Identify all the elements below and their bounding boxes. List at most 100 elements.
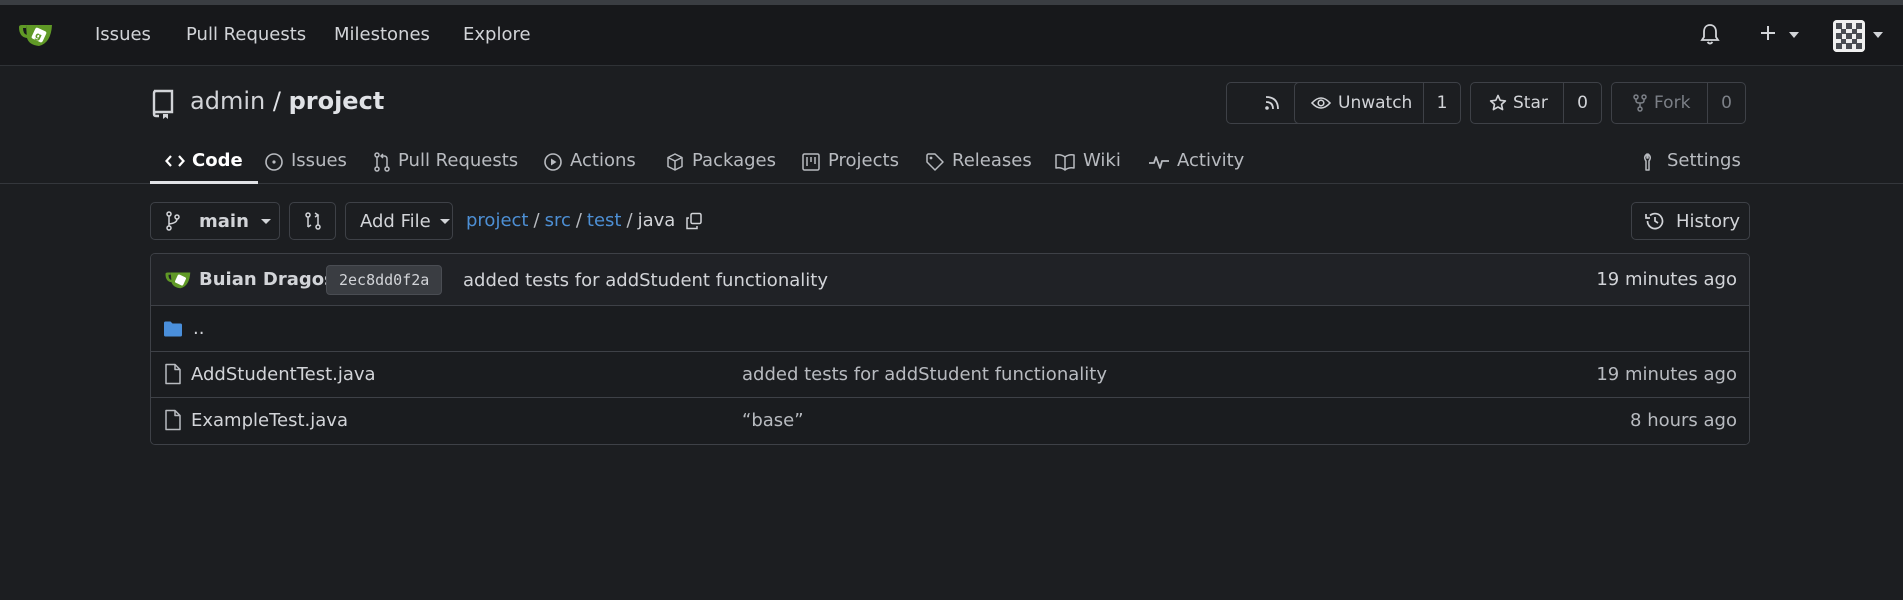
tag-icon xyxy=(925,150,952,172)
watchers-count-link[interactable]: 1 xyxy=(1424,83,1460,123)
breadcrumb: project / src / test / java xyxy=(466,210,703,231)
nav-issues-link[interactable]: Issues xyxy=(95,24,151,45)
file-name-link[interactable]: ExampleTest.java xyxy=(191,410,348,431)
tab-releases[interactable]: Releases xyxy=(925,142,1032,184)
tab-code-label: Code xyxy=(192,150,243,171)
commit-time: 19 minutes ago xyxy=(1596,269,1737,290)
branch-selector-button[interactable]: main xyxy=(150,202,280,240)
tab-activity[interactable]: Activity xyxy=(1148,142,1244,184)
tab-projects-label: Projects xyxy=(828,150,899,171)
nav-pull-requests-link[interactable]: Pull Requests xyxy=(186,24,306,45)
breadcrumb-current: java xyxy=(637,210,676,231)
pull-request-icon xyxy=(373,150,398,172)
repo-icon xyxy=(150,88,176,120)
breadcrumb-link-project[interactable]: project xyxy=(466,210,528,231)
tab-releases-label: Releases xyxy=(952,150,1032,171)
file-commit-message-link[interactable]: “base” xyxy=(742,410,804,431)
add-file-label: Add File xyxy=(360,210,431,232)
rss-icon xyxy=(1263,94,1281,112)
breadcrumb-separator: / xyxy=(575,210,582,231)
unwatch-label: Unwatch xyxy=(1338,93,1413,113)
tab-settings[interactable]: Settings xyxy=(1640,142,1741,184)
chevron-down-icon xyxy=(439,218,450,224)
project-icon xyxy=(801,150,828,172)
tab-actions[interactable]: Actions xyxy=(543,142,636,184)
avatar[interactable] xyxy=(1833,20,1865,52)
file-commit-time: 8 hours ago xyxy=(1630,410,1737,431)
plus-icon[interactable] xyxy=(1758,22,1778,44)
parent-directory-link[interactable]: .. xyxy=(193,318,204,339)
tab-code[interactable]: Code xyxy=(150,142,258,184)
chevron-down-icon xyxy=(260,218,271,224)
history-icon xyxy=(1644,210,1666,232)
file-name-link[interactable]: AddStudentTest.java xyxy=(191,364,376,385)
branch-name: main xyxy=(199,210,249,232)
tab-settings-label: Settings xyxy=(1667,150,1741,171)
pulse-icon xyxy=(1148,150,1177,172)
eye-icon xyxy=(1311,95,1331,111)
folder-icon xyxy=(163,320,183,338)
table-row: ExampleTest.java “base” 8 hours ago xyxy=(151,398,1749,444)
repo-header: admin / project Unwatch 1 Star 0 Fork 0 … xyxy=(0,66,1903,184)
tab-actions-label: Actions xyxy=(570,150,636,171)
commit-sha-button[interactable]: 2ec8dd0f2a xyxy=(326,265,443,295)
breadcrumb-link-src[interactable]: src xyxy=(545,210,571,231)
tab-pull-requests[interactable]: Pull Requests xyxy=(373,142,518,184)
tab-issues-label: Issues xyxy=(291,150,347,171)
repo-title: admin / project xyxy=(190,87,384,115)
user-menu-chevron-down-icon[interactable] xyxy=(1873,32,1883,38)
latest-commit-row: Buian Dragos 2ec8dd0f2a added tests for … xyxy=(151,254,1749,306)
nav-milestones-link[interactable]: Milestones xyxy=(334,24,430,45)
copy-path-icon[interactable] xyxy=(685,212,703,230)
fork-button-group: Fork 0 xyxy=(1611,82,1746,124)
unwatch-button[interactable]: Unwatch xyxy=(1295,83,1423,123)
tab-wiki-label: Wiki xyxy=(1083,150,1121,171)
star-label: Star xyxy=(1513,93,1548,113)
tab-wiki[interactable]: Wiki xyxy=(1054,142,1121,184)
breadcrumb-link-test[interactable]: test xyxy=(587,210,622,231)
tab-packages-label: Packages xyxy=(692,150,776,171)
tab-pull-requests-label: Pull Requests xyxy=(398,150,519,171)
top-navbar: g Issues Pull Requests Milestones Explor… xyxy=(0,5,1903,66)
repo-owner-link[interactable]: admin xyxy=(190,87,265,115)
star-button-group: Star 0 xyxy=(1470,82,1602,124)
breadcrumb-separator: / xyxy=(626,210,633,231)
commit-author[interactable]: Buian Dragos xyxy=(199,269,335,290)
fork-button[interactable]: Fork xyxy=(1612,83,1707,123)
gitea-logo-icon[interactable]: g xyxy=(17,19,57,51)
file-commit-time: 19 minutes ago xyxy=(1596,364,1737,385)
author-avatar[interactable] xyxy=(164,268,194,292)
issue-icon xyxy=(264,150,291,172)
star-icon xyxy=(1489,94,1507,112)
forks-count-link[interactable]: 0 xyxy=(1708,83,1745,123)
nav-explore-link[interactable]: Explore xyxy=(463,24,531,45)
commit-message[interactable]: added tests for addStudent functionality xyxy=(463,270,828,291)
file-icon xyxy=(164,363,182,385)
tab-packages[interactable]: Packages xyxy=(665,142,776,184)
tool-icon xyxy=(1640,150,1667,172)
play-icon xyxy=(543,150,570,172)
add-file-button[interactable]: Add File xyxy=(345,202,453,240)
tab-projects[interactable]: Projects xyxy=(801,142,899,184)
tab-issues[interactable]: Issues xyxy=(264,142,347,184)
file-commit-message-link[interactable]: added tests for addStudent functionality xyxy=(742,364,1107,385)
table-row: AddStudentTest.java added tests for addS… xyxy=(151,352,1749,398)
branch-icon xyxy=(165,211,181,231)
compare-button[interactable] xyxy=(289,202,336,240)
bell-icon[interactable] xyxy=(1700,23,1720,45)
repo-title-separator: / xyxy=(272,87,281,115)
file-icon xyxy=(164,409,182,431)
unwatch-button-group: Unwatch 1 xyxy=(1294,82,1461,124)
breadcrumb-separator: / xyxy=(533,210,540,231)
stars-count-link[interactable]: 0 xyxy=(1564,83,1601,123)
history-button[interactable]: History xyxy=(1631,202,1750,240)
compare-icon xyxy=(303,211,323,231)
create-chevron-down-icon[interactable] xyxy=(1789,32,1799,38)
tab-activity-label: Activity xyxy=(1177,150,1245,171)
fork-label: Fork xyxy=(1654,93,1691,113)
star-button[interactable]: Star xyxy=(1471,83,1563,123)
parent-directory-row[interactable]: .. xyxy=(151,306,1749,352)
history-label: History xyxy=(1676,210,1741,232)
repo-name-link[interactable]: project xyxy=(289,87,385,115)
package-icon xyxy=(665,150,692,172)
